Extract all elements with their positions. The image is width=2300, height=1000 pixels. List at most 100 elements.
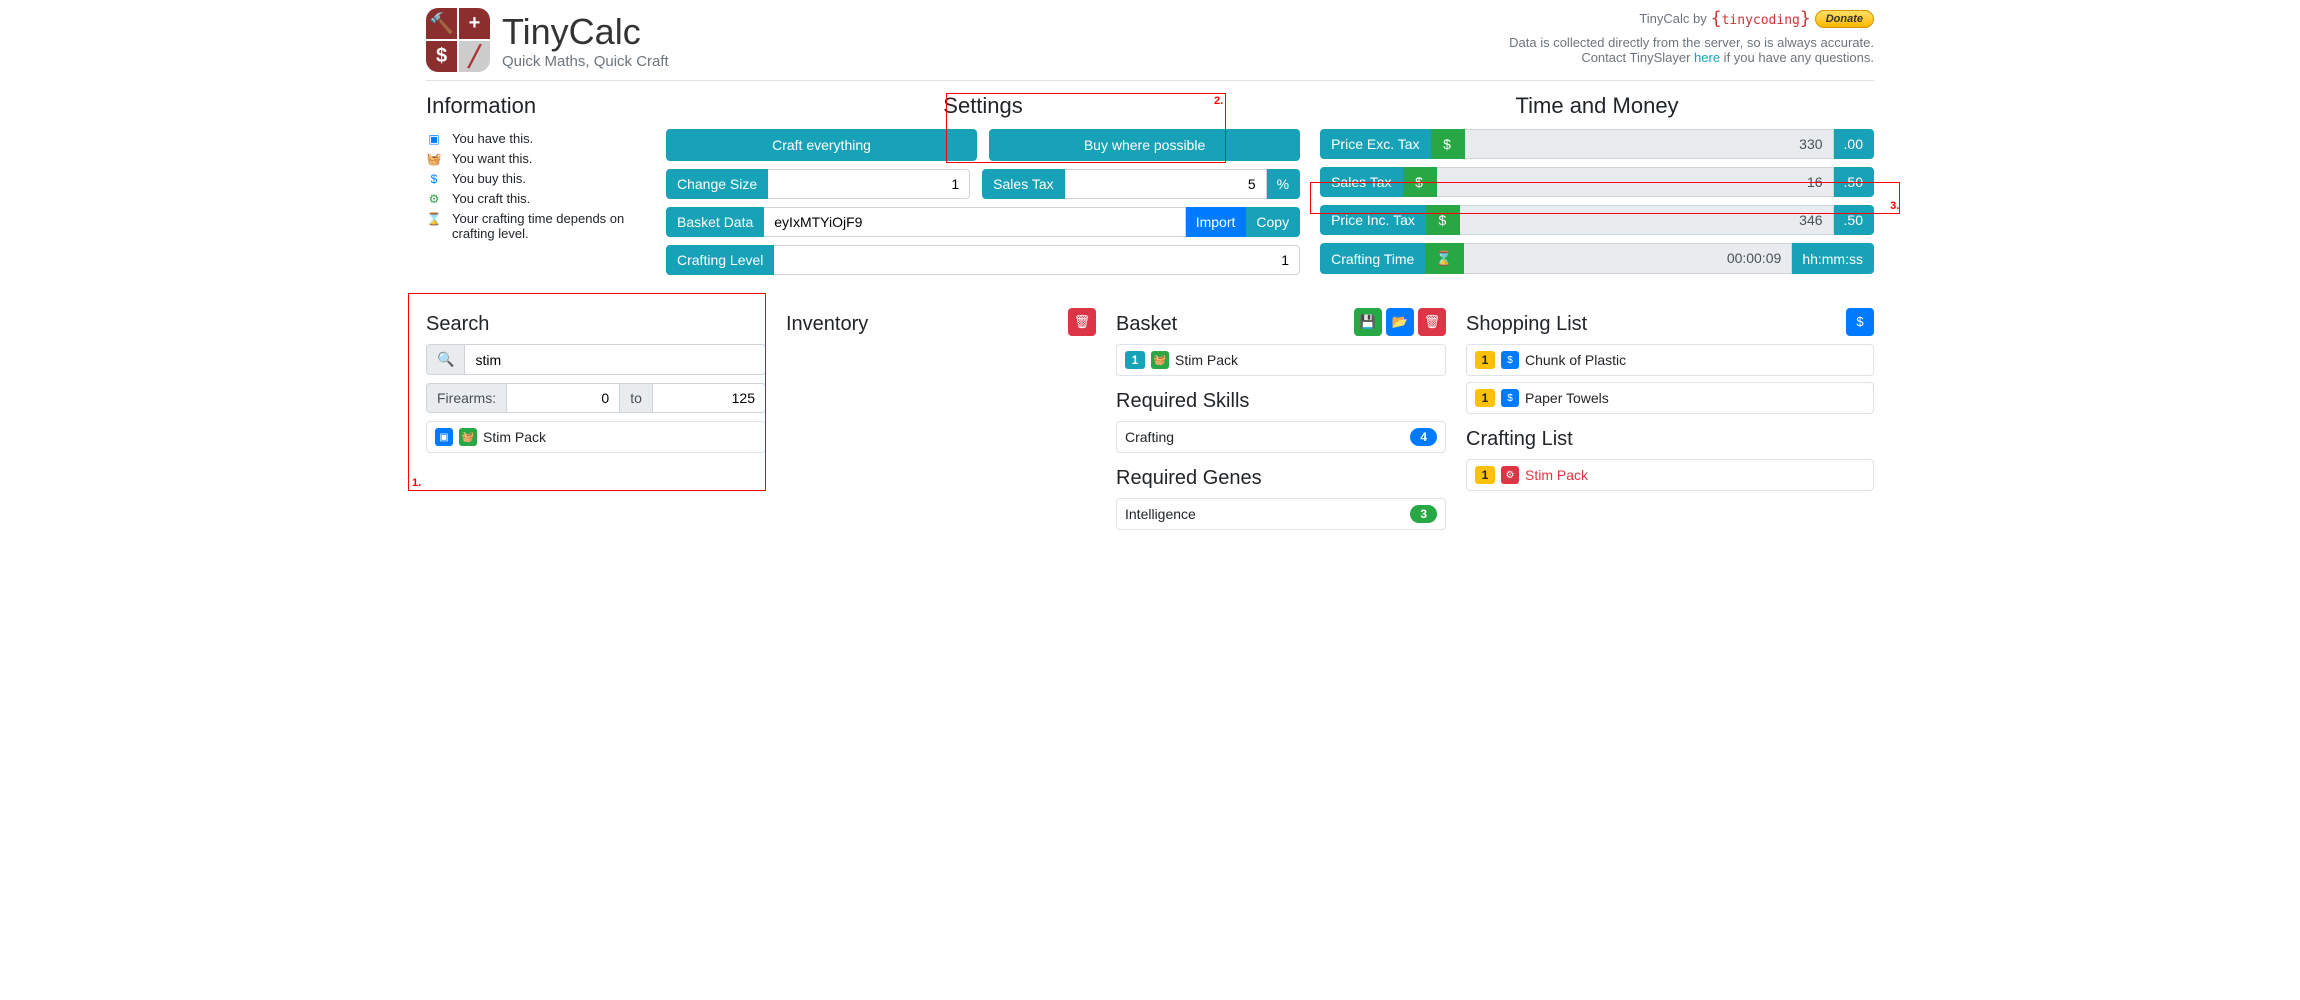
- square-icon: ▣: [426, 131, 442, 147]
- price-exc-tax-value: 330: [1465, 129, 1834, 159]
- sales-tax-input[interactable]: [1065, 169, 1267, 199]
- range-to-input[interactable]: [653, 383, 766, 413]
- contact-suffix: if you have any questions.: [1720, 50, 1874, 65]
- dollar-icon: $: [1501, 351, 1519, 369]
- basket-icon: 🧺: [1151, 351, 1169, 369]
- shopping-item-qty: 1: [1475, 351, 1495, 369]
- basket-data-label: Basket Data: [666, 207, 764, 237]
- range-separator: to: [620, 383, 653, 413]
- shopping-item[interactable]: 1 $ Paper Towels: [1466, 382, 1874, 414]
- search-title: Search: [426, 313, 766, 336]
- crafting-level-label: Crafting Level: [666, 245, 774, 275]
- basket-open-button[interactable]: 📂: [1386, 308, 1414, 336]
- info-text: You want this.: [452, 151, 532, 166]
- header: 🔨+$╱ TinyCalc Quick Maths, Quick Craft T…: [426, 8, 1874, 81]
- shopping-item[interactable]: 1 $ Chunk of Plastic: [1466, 344, 1874, 376]
- dollar-icon: $: [1431, 129, 1465, 159]
- basket-save-button[interactable]: 💾: [1354, 308, 1382, 336]
- contact-link[interactable]: here: [1694, 50, 1720, 65]
- crafting-time-label: Crafting Time: [1320, 243, 1425, 274]
- app-title: TinyCalc: [502, 11, 669, 53]
- basket-title: Basket: [1116, 313, 1177, 336]
- search-input[interactable]: [465, 344, 766, 375]
- hourglass-icon: ⌛: [1425, 243, 1463, 274]
- save-icon: 💾: [1360, 314, 1376, 330]
- range-from-input[interactable]: [507, 383, 620, 413]
- info-text: You craft this.: [452, 191, 530, 206]
- settings-panel: Settings Craft everything Buy where poss…: [666, 93, 1300, 283]
- change-size-label[interactable]: Change Size: [666, 169, 768, 199]
- inventory-title: Inventory: [786, 313, 868, 336]
- basket-item-qty: 1: [1125, 351, 1145, 369]
- sales-tax-label[interactable]: Sales Tax: [982, 169, 1064, 199]
- donate-button[interactable]: Donate: [1815, 10, 1874, 28]
- app-subtitle: Quick Maths, Quick Craft: [502, 53, 669, 70]
- information-panel: Information ▣You have this. 🧺You want th…: [426, 93, 646, 283]
- shopping-item-qty: 1: [1475, 389, 1495, 407]
- information-title: Information: [426, 93, 646, 119]
- basket-icon: 🧺: [459, 428, 477, 446]
- sales-tax-unit: %: [1267, 169, 1300, 199]
- search-panel: Search 🔍 Firearms: to ▣ 🧺 Stim Pack 1.: [426, 299, 766, 459]
- skill-level: 4: [1410, 428, 1437, 446]
- cogs-icon: ⚙: [1501, 466, 1519, 484]
- price-exc-tax-suffix: .00: [1834, 129, 1874, 159]
- byline-prefix: TinyCalc by: [1639, 11, 1706, 26]
- time-money-title: Time and Money: [1320, 93, 1874, 119]
- search-result-name: Stim Pack: [483, 429, 546, 445]
- dollar-icon: $: [1426, 205, 1460, 235]
- inventory-panel: Inventory 🗑: [786, 299, 1096, 344]
- change-size-input[interactable]: [768, 169, 970, 199]
- sales-tax-amount-label: Sales Tax: [1320, 167, 1402, 197]
- gene-row: Intelligence 3: [1116, 498, 1446, 530]
- shopping-list-title: Shopping List: [1466, 313, 1587, 336]
- crafting-item-qty: 1: [1475, 466, 1495, 484]
- crafting-level-input[interactable]: [774, 245, 1300, 275]
- info-line: Data is collected directly from the serv…: [1509, 35, 1874, 50]
- import-button[interactable]: Import: [1186, 207, 1247, 237]
- copy-button[interactable]: Copy: [1246, 207, 1300, 237]
- app-logo: 🔨+$╱: [426, 8, 490, 72]
- required-genes-title: Required Genes: [1116, 467, 1446, 490]
- price-inc-tax-label: Price Inc. Tax: [1320, 205, 1426, 235]
- crafting-item[interactable]: 1 ⚙ Stim Pack: [1466, 459, 1874, 491]
- basket-item[interactable]: 1 🧺 Stim Pack: [1116, 344, 1446, 376]
- price-inc-tax-value: 346: [1460, 205, 1834, 235]
- trash-icon: 🗑: [1424, 314, 1441, 330]
- price-inc-tax-suffix: .50: [1834, 205, 1874, 235]
- settings-title: Settings: [666, 93, 1300, 119]
- basket-icon: 🧺: [426, 151, 442, 167]
- crafting-list-title: Crafting List: [1466, 428, 1874, 451]
- sales-tax-amount-suffix: .50: [1834, 167, 1874, 197]
- craft-everything-button[interactable]: Craft everything: [666, 129, 977, 161]
- dollar-icon: $: [1856, 314, 1863, 329]
- price-exc-tax-label: Price Exc. Tax: [1320, 129, 1430, 159]
- crafting-time-suffix: hh:mm:ss: [1792, 243, 1874, 274]
- search-result[interactable]: ▣ 🧺 Stim Pack: [426, 421, 766, 453]
- annotation-1-label: 1.: [412, 477, 421, 489]
- skill-name: Crafting: [1125, 429, 1174, 445]
- dollar-icon: $: [1403, 167, 1437, 197]
- basket-clear-button[interactable]: 🗑: [1418, 308, 1446, 336]
- range-label: Firearms:: [426, 383, 507, 413]
- crafting-item-name: Stim Pack: [1525, 467, 1588, 483]
- shopping-item-name: Paper Towels: [1525, 390, 1609, 406]
- inventory-clear-button[interactable]: 🗑: [1068, 308, 1096, 336]
- byline-brand-link[interactable]: tinycoding: [1711, 8, 1811, 29]
- brand: 🔨+$╱ TinyCalc Quick Maths, Quick Craft: [426, 8, 669, 72]
- shopping-total-button[interactable]: $: [1846, 308, 1874, 336]
- basket-data-input[interactable]: [764, 207, 1185, 237]
- annotation-2-label: 2.: [1214, 95, 1223, 107]
- time-money-panel: Time and Money Price Exc. Tax $ 330 .00 …: [1320, 93, 1874, 283]
- hourglass-icon: ⌛: [426, 211, 442, 227]
- info-text: Your crafting time depends on crafting l…: [452, 211, 646, 241]
- skill-row: Crafting 4: [1116, 421, 1446, 453]
- basket-panel: Basket 💾 📂 🗑 1 🧺 Stim Pack Required Skil…: [1116, 299, 1446, 536]
- trash-icon: 🗑: [1074, 314, 1091, 330]
- buy-where-possible-button[interactable]: Buy where possible: [989, 129, 1300, 161]
- gene-level: 3: [1410, 505, 1437, 523]
- sales-tax-amount-value: 16: [1437, 167, 1834, 197]
- folder-open-icon: 📂: [1392, 314, 1408, 330]
- crafting-time-value: 00:00:09: [1464, 243, 1793, 274]
- info-text: You buy this.: [452, 171, 526, 186]
